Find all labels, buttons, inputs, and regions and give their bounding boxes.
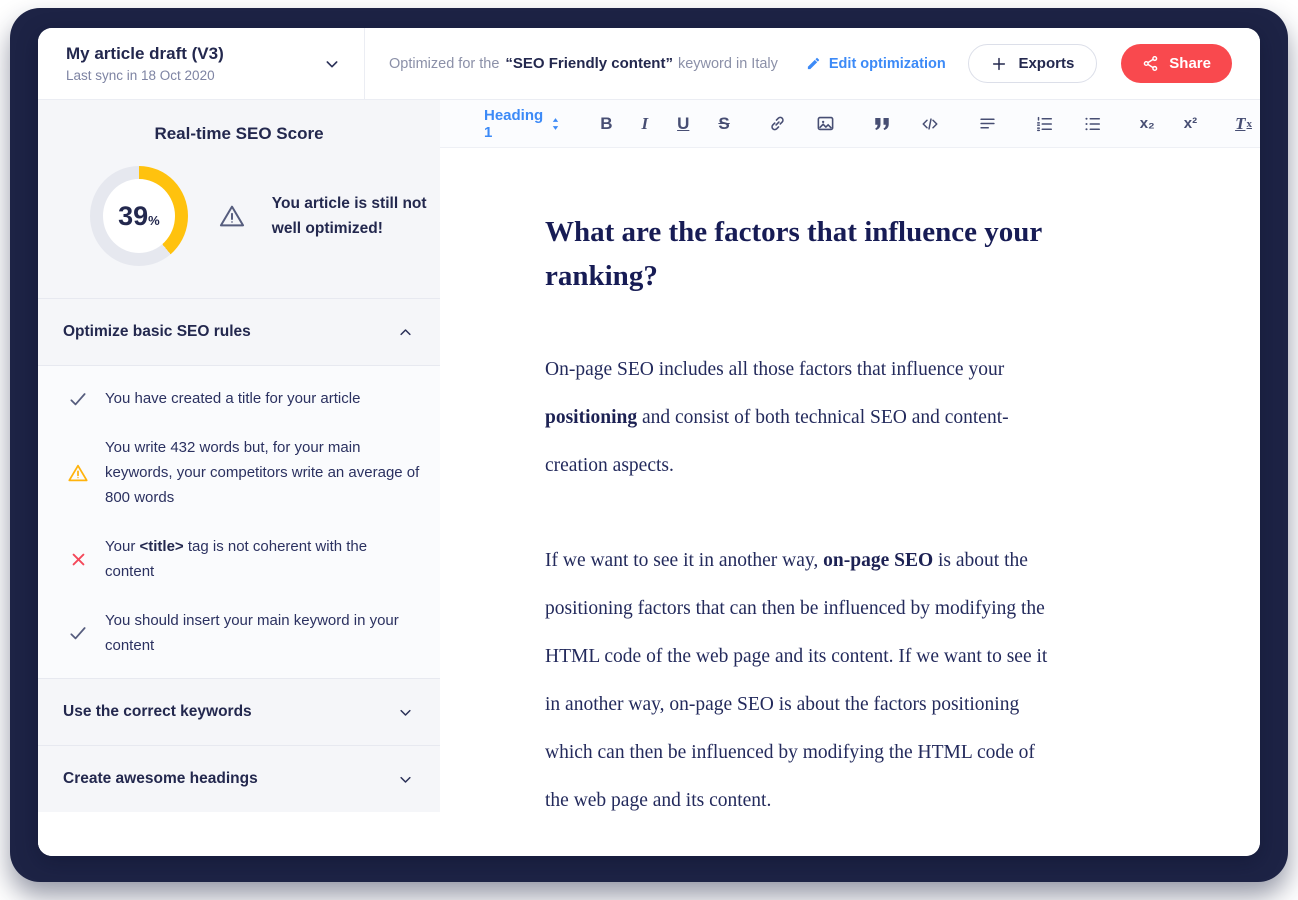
editor-toolbar: Heading 1 B I U S x₂ x² T x	[440, 100, 1260, 148]
chevron-down-icon	[398, 772, 413, 787]
section-label: Optimize basic SEO rules	[63, 323, 251, 340]
bold-button[interactable]: B	[600, 114, 612, 134]
checklist-text: You should insert your main keyword in y…	[105, 612, 399, 654]
align-icon[interactable]	[978, 115, 997, 132]
warning-triangle-icon	[218, 202, 246, 230]
chevron-down-icon	[398, 705, 413, 720]
superscript-button[interactable]: x²	[1184, 115, 1197, 132]
share-button[interactable]: Share	[1121, 44, 1232, 83]
top-header: My article draft (V3) Last sync in 18 Oc…	[38, 28, 1260, 100]
document-paragraph: If we want to see it in another way, on-…	[545, 550, 1048, 811]
seo-checklist: You have created a title for your articl…	[38, 366, 440, 678]
seo-score-sidebar: Real-time SEO Score 39 % You article is …	[38, 100, 440, 856]
strikethrough-button[interactable]: S	[718, 114, 729, 134]
checklist-text: Your <title> tag is not coherent with th…	[105, 538, 368, 580]
edit-optimization-label: Edit optimization	[828, 55, 946, 72]
pencil-icon	[806, 56, 821, 71]
page-background: My article draft (V3) Last sync in 18 Oc…	[0, 0, 1298, 900]
check-icon	[66, 389, 90, 409]
sort-arrows-icon	[549, 117, 562, 131]
check-icon	[66, 623, 90, 643]
italic-button[interactable]: I	[641, 114, 648, 134]
optimized-keyword: “SEO Friendly content”	[505, 55, 673, 72]
warning-triangle-icon	[66, 462, 90, 484]
section-label: Create awesome headings	[63, 770, 258, 787]
checklist-text: You write 432 words but, for your main k…	[105, 439, 420, 506]
sidebar-footer	[38, 812, 440, 856]
score-message: You article is still not well optimized!	[271, 195, 427, 237]
score-area: Real-time SEO Score 39 % You article is …	[38, 100, 440, 298]
exports-button[interactable]: Exports	[968, 44, 1098, 83]
share-icon	[1142, 55, 1159, 72]
score-title: Real-time SEO Score	[154, 124, 324, 143]
section-correct-keywords[interactable]: Use the correct keywords	[38, 679, 440, 745]
document-canvas[interactable]: What are the factors that influence your…	[440, 148, 1260, 856]
document-heading: What are the factors that influence your…	[545, 216, 1042, 292]
content-editor: Heading 1 B I U S x₂ x² T x What are the…	[440, 100, 1260, 856]
link-icon[interactable]	[768, 114, 787, 133]
clear-formatting-button[interactable]: Tx	[1235, 114, 1252, 134]
score-row: 39 % You article is still not well optim…	[90, 166, 440, 266]
checklist-item: You write 432 words but, for your main k…	[66, 423, 422, 522]
edit-optimization-link[interactable]: Edit optimization	[806, 56, 946, 72]
checklist-item: You have created a title for your articl…	[66, 374, 422, 423]
chevron-down-icon[interactable]	[324, 56, 340, 72]
blockquote-icon[interactable]	[873, 116, 891, 132]
app-window: My article draft (V3) Last sync in 18 Oc…	[38, 28, 1260, 856]
unordered-list-icon[interactable]	[1083, 115, 1102, 133]
section-label: Use the correct keywords	[63, 703, 252, 720]
code-icon[interactable]	[920, 115, 940, 133]
heading-select-label: Heading 1	[484, 106, 544, 141]
article-title-block: My article draft (V3) Last sync in 18 Oc…	[66, 44, 224, 83]
image-icon[interactable]	[816, 114, 835, 133]
checklist-item: You should insert your main keyword in y…	[66, 596, 422, 670]
subscript-button[interactable]: x₂	[1140, 115, 1155, 132]
last-sync-label: Last sync in 18 Oct 2020	[66, 68, 215, 83]
optimization-status: Optimized for the “SEO Friendly content”…	[365, 55, 968, 72]
article-switcher[interactable]: My article draft (V3) Last sync in 18 Oc…	[38, 28, 365, 99]
section-basic-seo-rules[interactable]: Optimize basic SEO rules	[38, 299, 440, 365]
section-awesome-headings[interactable]: Create awesome headings	[38, 746, 440, 812]
checklist-item: Your <title> tag is not coherent with th…	[66, 522, 422, 596]
plus-icon	[991, 56, 1007, 72]
seo-score-donut: 39 %	[90, 166, 188, 266]
ordered-list-icon[interactable]	[1035, 115, 1054, 133]
exports-label: Exports	[1018, 55, 1075, 72]
x-icon	[66, 551, 90, 568]
share-label: Share	[1169, 55, 1211, 72]
article-content: What are the factors that influence your…	[440, 148, 1052, 856]
header-actions: Exports Share	[968, 44, 1260, 83]
heading-style-select[interactable]: Heading 1	[484, 107, 562, 141]
checklist-text: You have created a title for your articl…	[105, 390, 361, 407]
underline-button[interactable]: U	[677, 114, 689, 134]
optimized-suffix: keyword in Italy	[677, 55, 778, 72]
document-paragraph: On-page SEO includes all those factors t…	[545, 359, 1009, 476]
article-title: My article draft (V3)	[66, 44, 224, 63]
score-value: 39 %	[118, 200, 160, 231]
optimized-prefix: Optimized for the	[389, 55, 500, 72]
chevron-up-icon	[398, 325, 413, 340]
